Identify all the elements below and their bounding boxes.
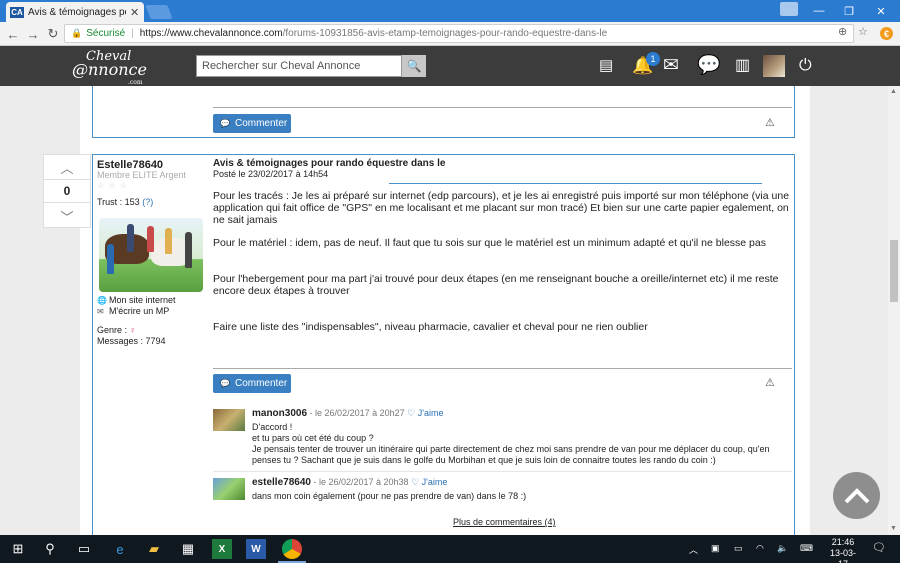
chat-icon[interactable]: 💬: [697, 56, 721, 76]
report-icon[interactable]: ⚠: [765, 116, 775, 129]
post-date: Posté le 23/02/2017 à 14h54: [213, 169, 329, 179]
commenter-name[interactable]: manon3006: [252, 408, 307, 419]
comment-date: - le 26/02/2017 à 20h38: [313, 477, 409, 487]
excel-icon[interactable]: X: [212, 539, 232, 559]
url-field[interactable]: 🔒 Sécurisé | https://www.chevalannonce.c…: [64, 24, 854, 43]
close-window-button[interactable]: ✕: [866, 0, 896, 22]
scrollbar-thumb[interactable]: [890, 240, 898, 302]
speech-bubble-icon: 💬: [220, 379, 230, 388]
notification-badge: 1: [646, 52, 660, 66]
profile-icon[interactable]: [780, 2, 798, 16]
vote-box: ︿ 0 ﹀: [43, 154, 91, 228]
author-gender: Genre : ♀: [97, 325, 137, 335]
newspaper-icon[interactable]: ▤: [599, 56, 613, 76]
comment-button[interactable]: 💬 Commenter: [213, 374, 291, 393]
post-paragraph: Pour l'hebergement pour ma part j'ai tro…: [213, 273, 779, 297]
zoom-icon[interactable]: ⊕: [838, 25, 847, 38]
chevron-up-icon: [844, 487, 869, 503]
browser-tab-strip: CA Avis & témoignages pou ✕ — ❐ ✕: [0, 0, 900, 22]
comment-text: D'accord ! et tu pars où cet été du coup…: [252, 422, 770, 465]
new-tab-button[interactable]: [145, 5, 173, 19]
report-icon[interactable]: ⚠: [765, 376, 775, 389]
extension-icon[interactable]: €: [880, 27, 893, 40]
star-icon[interactable]: ☆: [858, 25, 868, 38]
scrollbar[interactable]: [888, 86, 900, 535]
search-button[interactable]: 🔍: [402, 55, 426, 77]
search-input[interactable]: Rechercher sur Cheval Annonce: [196, 55, 402, 77]
tray-chevron-icon[interactable]: ︿: [689, 543, 698, 556]
commenter-name[interactable]: estelle78640: [252, 477, 311, 488]
tab-title: Avis & témoignages pou: [28, 6, 126, 18]
tray-app-icon[interactable]: ▣: [711, 543, 720, 554]
lock-icon: 🔒: [71, 28, 83, 38]
comment-button[interactable]: 💬 Commenter: [213, 114, 291, 133]
reload-button[interactable]: ↻: [44, 25, 62, 43]
author-photo: [99, 218, 203, 292]
female-icon: ♀: [129, 325, 137, 335]
user-avatar[interactable]: [763, 55, 785, 77]
trust-help-link[interactable]: (?): [142, 197, 153, 207]
previous-post: [92, 86, 795, 138]
file-explorer-icon[interactable]: ▰: [144, 539, 164, 559]
mail-icon[interactable]: ✉: [663, 56, 679, 76]
globe-icon: 🌐: [97, 295, 107, 305]
more-comments-link[interactable]: Plus de commentaires (4): [453, 517, 556, 527]
post-title: Avis & témoignages pour rando équestre d…: [213, 158, 446, 169]
vote-count: 0: [44, 179, 90, 203]
scroll-down-arrow[interactable]: ▼: [890, 525, 897, 532]
word-icon[interactable]: W: [246, 539, 266, 559]
downvote-arrow-icon[interactable]: ﹀: [44, 205, 90, 227]
scroll-up-arrow[interactable]: ▲: [890, 88, 897, 95]
minimize-button[interactable]: —: [804, 0, 834, 22]
edge-icon[interactable]: e: [110, 539, 130, 559]
keyboard-icon[interactable]: ⌨: [800, 543, 813, 554]
post-paragraph: Pour le matériel : idem, pas de neuf. Il…: [213, 237, 766, 249]
commenter-avatar[interactable]: [213, 409, 245, 431]
store-icon[interactable]: ▦: [178, 539, 198, 559]
secure-label: Sécurisé: [86, 28, 126, 39]
windows-taskbar: ⊞ ⚲ ▭ e ▰ ▦ X W ︿ ▣ ▭ ◠ 🔈 ⌨ 🗨: [0, 535, 900, 563]
search-icon[interactable]: ⚲: [40, 539, 60, 559]
author-trust: Trust : 153 (?): [97, 197, 154, 207]
envelope-icon: ✉: [97, 306, 104, 316]
battery-icon[interactable]: ▭: [734, 543, 743, 554]
forward-button[interactable]: →: [24, 25, 42, 43]
taskbar-clock[interactable]: 21:46 13-03-17: [826, 537, 860, 563]
browser-tab[interactable]: CA Avis & témoignages pou ✕: [6, 2, 144, 22]
comment-date: - le 26/02/2017 à 20h27: [309, 408, 405, 418]
back-button[interactable]: ←: [4, 25, 22, 43]
volume-icon[interactable]: 🔈: [777, 543, 788, 554]
document-icon[interactable]: ▥: [735, 56, 750, 76]
address-bar-row: ← → ↻ 🔒 Sécurisé | https://www.chevalann…: [0, 22, 900, 46]
chrome-icon[interactable]: [282, 539, 302, 559]
wifi-icon[interactable]: ◠: [756, 543, 764, 554]
windows-start-icon[interactable]: ⊞: [8, 539, 28, 559]
author-rank: Membre ELITE Argent: [97, 170, 187, 180]
post-paragraph: Pour les tracés : Je les ai préparé sur …: [213, 190, 790, 226]
author-messages: Messages : 7794: [97, 336, 166, 346]
task-view-icon[interactable]: ▭: [74, 539, 94, 559]
speech-bubble-icon: 💬: [220, 119, 230, 128]
comment-text: dans mon coin également (pour ne pas pre…: [252, 491, 527, 501]
rank-stars-icon: ☆ ☆ ☆: [97, 181, 128, 190]
post-paragraph: Faire une liste des "indispensables", ni…: [213, 321, 648, 333]
commenter-avatar[interactable]: [213, 478, 245, 500]
url-host: https://www.chevalannonce.com: [139, 28, 283, 39]
private-message-link[interactable]: ✉ M'écrire un MP: [97, 306, 169, 316]
logout-icon[interactable]: ⏻: [799, 56, 812, 76]
close-tab-icon[interactable]: ✕: [130, 6, 139, 19]
upvote-arrow-icon[interactable]: ︿: [44, 156, 90, 178]
like-button[interactable]: ♡ J'aime: [407, 408, 443, 418]
url-path: /forums-10931856-avis-etamp-temoignages-…: [282, 28, 608, 39]
like-button[interactable]: ♡ J'aime: [411, 477, 447, 487]
notification-center-icon[interactable]: 🗨: [872, 541, 886, 554]
maximize-button[interactable]: ❐: [834, 0, 864, 22]
website-link[interactable]: 🌐 Mon site internet: [97, 295, 176, 305]
site-favicon: CA: [10, 6, 24, 18]
scroll-to-top-button[interactable]: [833, 472, 880, 519]
site-logo[interactable]: Cheval @nnonce .com: [72, 50, 147, 89]
